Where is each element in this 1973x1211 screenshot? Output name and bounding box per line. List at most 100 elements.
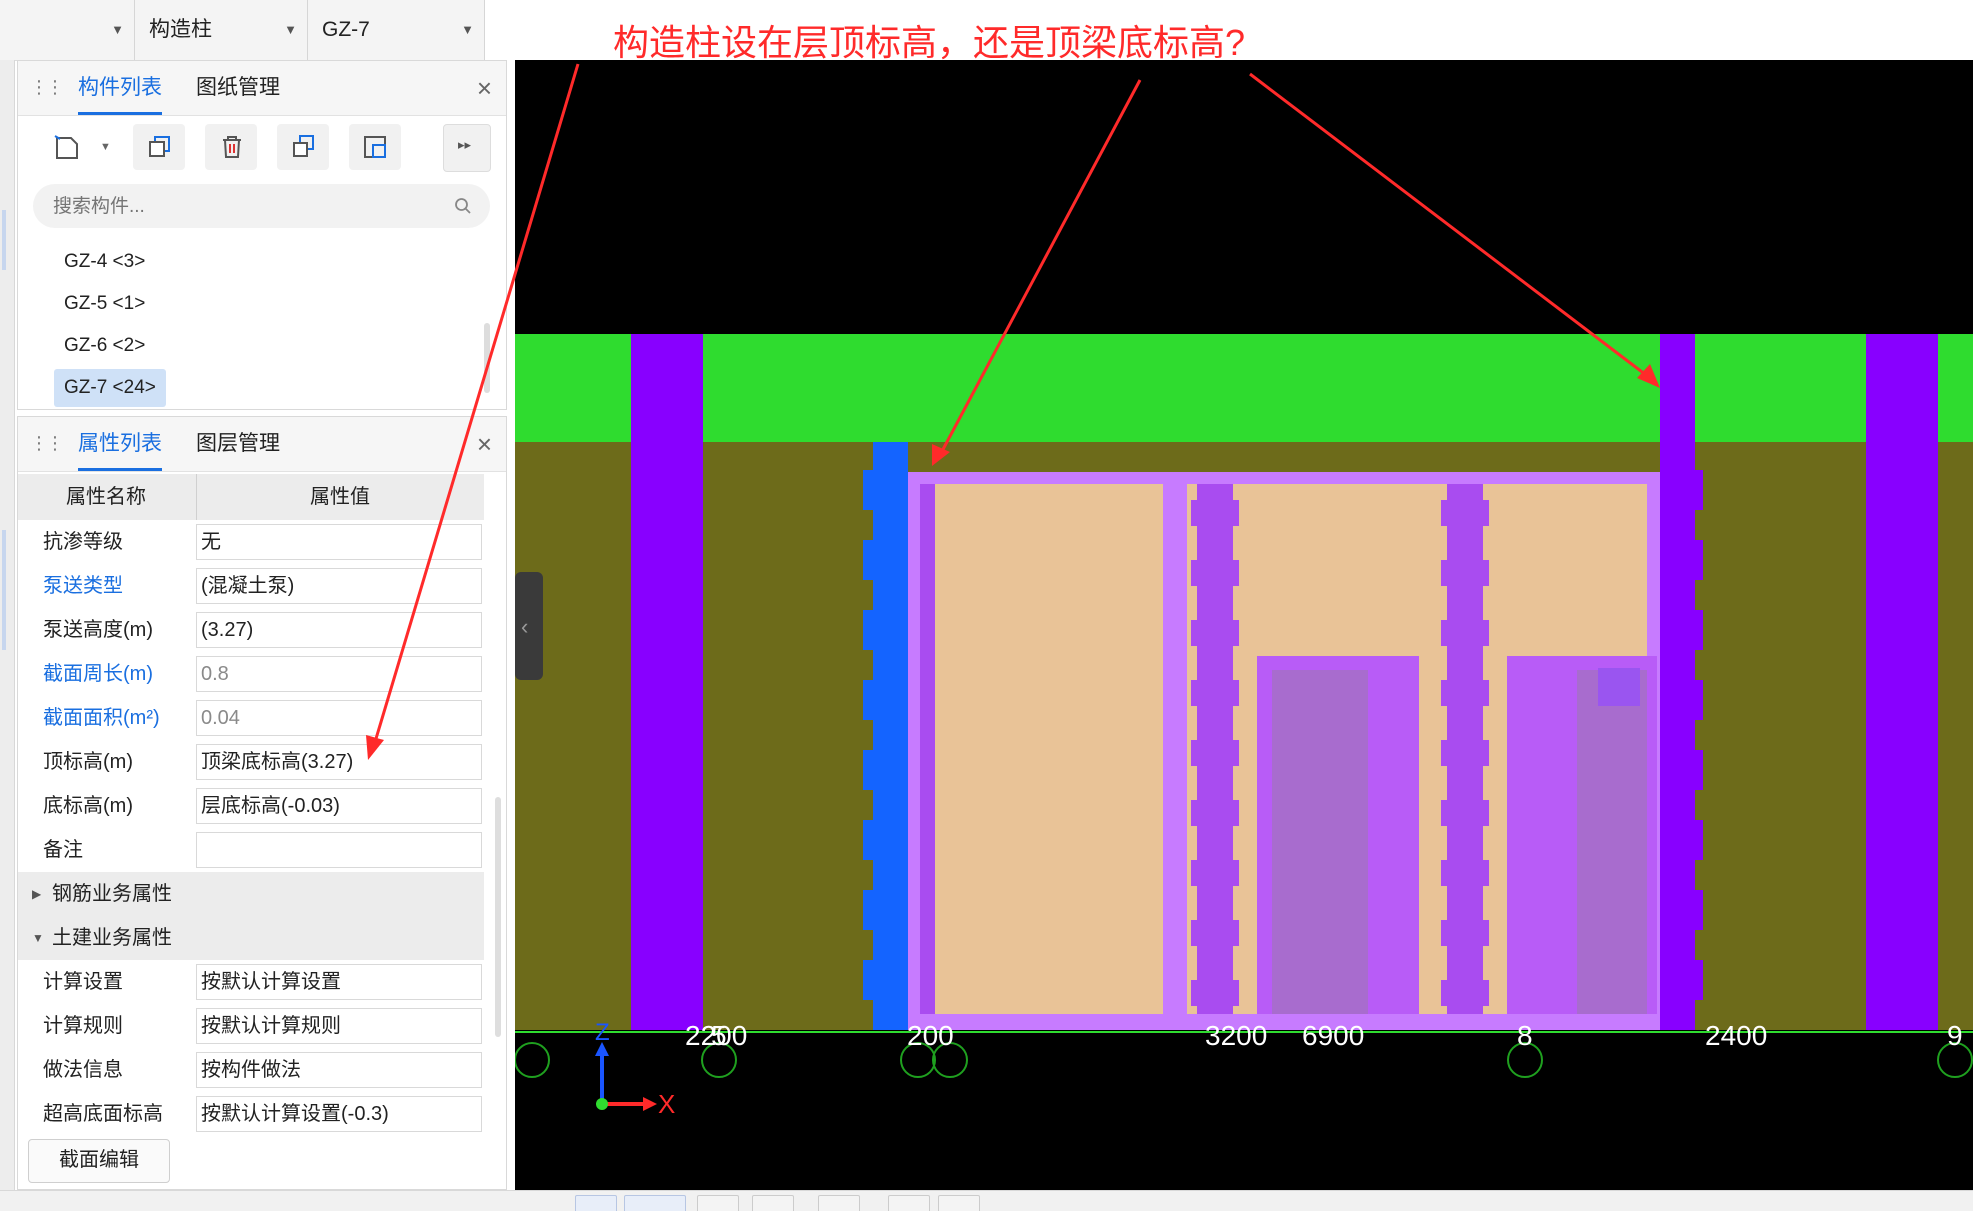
table-row: 抗渗等级 无 — [18, 520, 484, 564]
property-scrollbar[interactable] — [495, 797, 501, 1037]
property-value[interactable]: 无 — [196, 524, 482, 560]
property-value[interactable]: 层底标高(-0.03) — [196, 788, 482, 824]
property-name: 抗渗等级 — [43, 531, 123, 553]
table-row: 计算设置 按默认计算设置 — [18, 960, 484, 1004]
column-left[interactable] — [631, 334, 703, 1030]
table-row: 计算规则 按默认计算规则 — [18, 1004, 484, 1048]
top-selector-bar: ▼ 构造柱 ▼ GZ-7 ▼ — [0, 0, 485, 61]
table-row: 顶标高(m) 顶梁底标高(3.27) — [18, 740, 484, 784]
list-item[interactable]: GZ-4 <3> — [54, 243, 155, 281]
tab-drawing-management[interactable]: 图纸管理 — [196, 61, 280, 115]
dimension-label: 6900 — [1302, 1020, 1364, 1051]
door-handle-block — [1598, 668, 1640, 706]
status-tool-button[interactable] — [697, 1195, 739, 1211]
floor-select[interactable]: ▼ — [0, 0, 135, 60]
dimension-label: 2400 — [1705, 1020, 1767, 1051]
axis-number: 5 — [711, 1020, 727, 1051]
chevron-left-icon: ‹ — [521, 614, 528, 639]
blue-constructional-column[interactable] — [873, 442, 908, 1030]
chevron-down-icon[interactable]: ▼ — [100, 141, 111, 153]
chevron-down-icon: ▼ — [461, 22, 474, 37]
axis-number: 8 — [1517, 1020, 1533, 1051]
list-item-selected[interactable]: GZ-7 <24> — [54, 369, 166, 407]
status-tool-button[interactable] — [575, 1195, 617, 1211]
chevron-right-icon: ▶ — [32, 887, 42, 901]
axis-label-z: Z — [595, 1019, 610, 1046]
close-icon[interactable]: × — [477, 61, 492, 115]
property-value: 0.04 — [196, 700, 482, 736]
status-bar — [0, 1190, 1973, 1211]
property-name: 做法信息 — [43, 1059, 123, 1081]
section-edit-button[interactable]: 截面编辑 — [28, 1139, 170, 1183]
tab-property-list[interactable]: 属性列表 — [78, 417, 162, 471]
column-right-outer[interactable] — [1866, 334, 1938, 1030]
tab-layer-management[interactable]: 图层管理 — [196, 417, 280, 471]
property-name: 计算规则 — [43, 1015, 123, 1037]
property-name: 底标高(m) — [43, 795, 133, 817]
property-list-panel: ⋮⋮ 属性列表 图层管理 × 属性名称 属性值 抗渗等级 无 泵送类型 (混凝土… — [17, 416, 507, 1190]
drag-handle-icon[interactable]: ⋮⋮ — [30, 433, 64, 454]
property-name: 泵送类型 — [43, 575, 123, 597]
status-tool-button[interactable] — [624, 1195, 686, 1211]
dimension-label: 200 — [907, 1020, 954, 1051]
property-value[interactable] — [196, 832, 482, 868]
tab-component-list[interactable]: 构件列表 — [78, 61, 162, 115]
status-tool-button[interactable] — [818, 1195, 860, 1211]
new-icon — [54, 135, 78, 159]
table-row: 泵送类型 (混凝土泵) — [18, 564, 484, 608]
property-name: 泵送高度(m) — [43, 619, 153, 641]
close-icon[interactable]: × — [477, 417, 492, 471]
door-left-inner — [1272, 670, 1368, 1014]
group-civil-properties[interactable]: ▼ 土建业务属性 — [18, 916, 484, 960]
list-scrollbar[interactable] — [484, 323, 490, 393]
table-row: 截面面积(m²) 0.04 — [18, 696, 484, 740]
middle-column-b[interactable] — [1441, 484, 1489, 1014]
property-value[interactable]: 按默认计算设置(-0.3) — [196, 1096, 482, 1132]
duplicate-icon — [293, 135, 314, 157]
more-tools-button[interactable]: ▸▸ — [443, 124, 491, 172]
drag-handle-icon[interactable]: ⋮⋮ — [30, 77, 64, 98]
list-item[interactable]: GZ-6 <2> — [54, 327, 155, 365]
frame-inner-left — [920, 484, 935, 1014]
list-item[interactable]: GZ-5 <1> — [54, 285, 155, 323]
search-icon[interactable] — [454, 197, 472, 215]
copy-button[interactable] — [133, 124, 185, 170]
group-rebar-properties[interactable]: ▶ 钢筋业务属性 — [18, 872, 484, 916]
copy-icon — [149, 136, 170, 157]
component-value: GZ-7 — [322, 18, 370, 41]
more-icon: ▸▸ — [458, 137, 472, 152]
component-select[interactable]: GZ-7 ▼ — [308, 0, 485, 60]
table-row: 截面周长(m) 0.8 — [18, 652, 484, 696]
panel-collapse-handle[interactable] — [515, 572, 543, 680]
delete-button[interactable] — [205, 124, 257, 170]
middle-column-a[interactable] — [1191, 484, 1239, 1014]
elevation-drawing: 2200 200 3200 6900 2400 5 8 9 Z X ‹ — [515, 334, 1973, 1119]
property-value[interactable]: 按构件做法 — [196, 1052, 482, 1088]
property-value[interactable]: (混凝土泵) — [196, 568, 482, 604]
top-beam[interactable] — [515, 334, 1973, 442]
property-value[interactable]: (3.27) — [196, 612, 482, 648]
left-edge-strip — [0, 60, 15, 1190]
status-tool-button[interactable] — [938, 1195, 980, 1211]
floor-copy-button[interactable] — [349, 124, 401, 170]
property-value[interactable]: 顶梁底标高(3.27) — [196, 744, 482, 780]
door-right-inner — [1577, 670, 1647, 1014]
drawing-canvas[interactable]: 2200 200 3200 6900 2400 5 8 9 Z X ‹ — [515, 60, 1973, 1190]
property-name: 超高底面标高 — [43, 1103, 163, 1125]
group-label: 土建业务属性 — [52, 927, 172, 949]
edge-marker — [2, 530, 6, 650]
search-input[interactable] — [51, 192, 445, 222]
new-component-button[interactable] — [40, 124, 90, 170]
status-tool-button[interactable] — [888, 1195, 930, 1211]
property-value[interactable]: 按默认计算设置 — [196, 964, 482, 1000]
property-name: 截面面积(m²) — [43, 707, 160, 729]
status-tool-button[interactable] — [752, 1195, 794, 1211]
table-row: 备注 — [18, 828, 484, 872]
column-right-inner[interactable] — [1660, 334, 1695, 1030]
property-name: 截面周长(m) — [43, 663, 153, 685]
component-type-select[interactable]: 构造柱 ▼ — [135, 0, 308, 60]
duplicate-button[interactable] — [277, 124, 329, 170]
table-row: 做法信息 按构件做法 — [18, 1048, 484, 1092]
property-name: 备注 — [43, 839, 83, 861]
property-value[interactable]: 按默认计算规则 — [196, 1008, 482, 1044]
